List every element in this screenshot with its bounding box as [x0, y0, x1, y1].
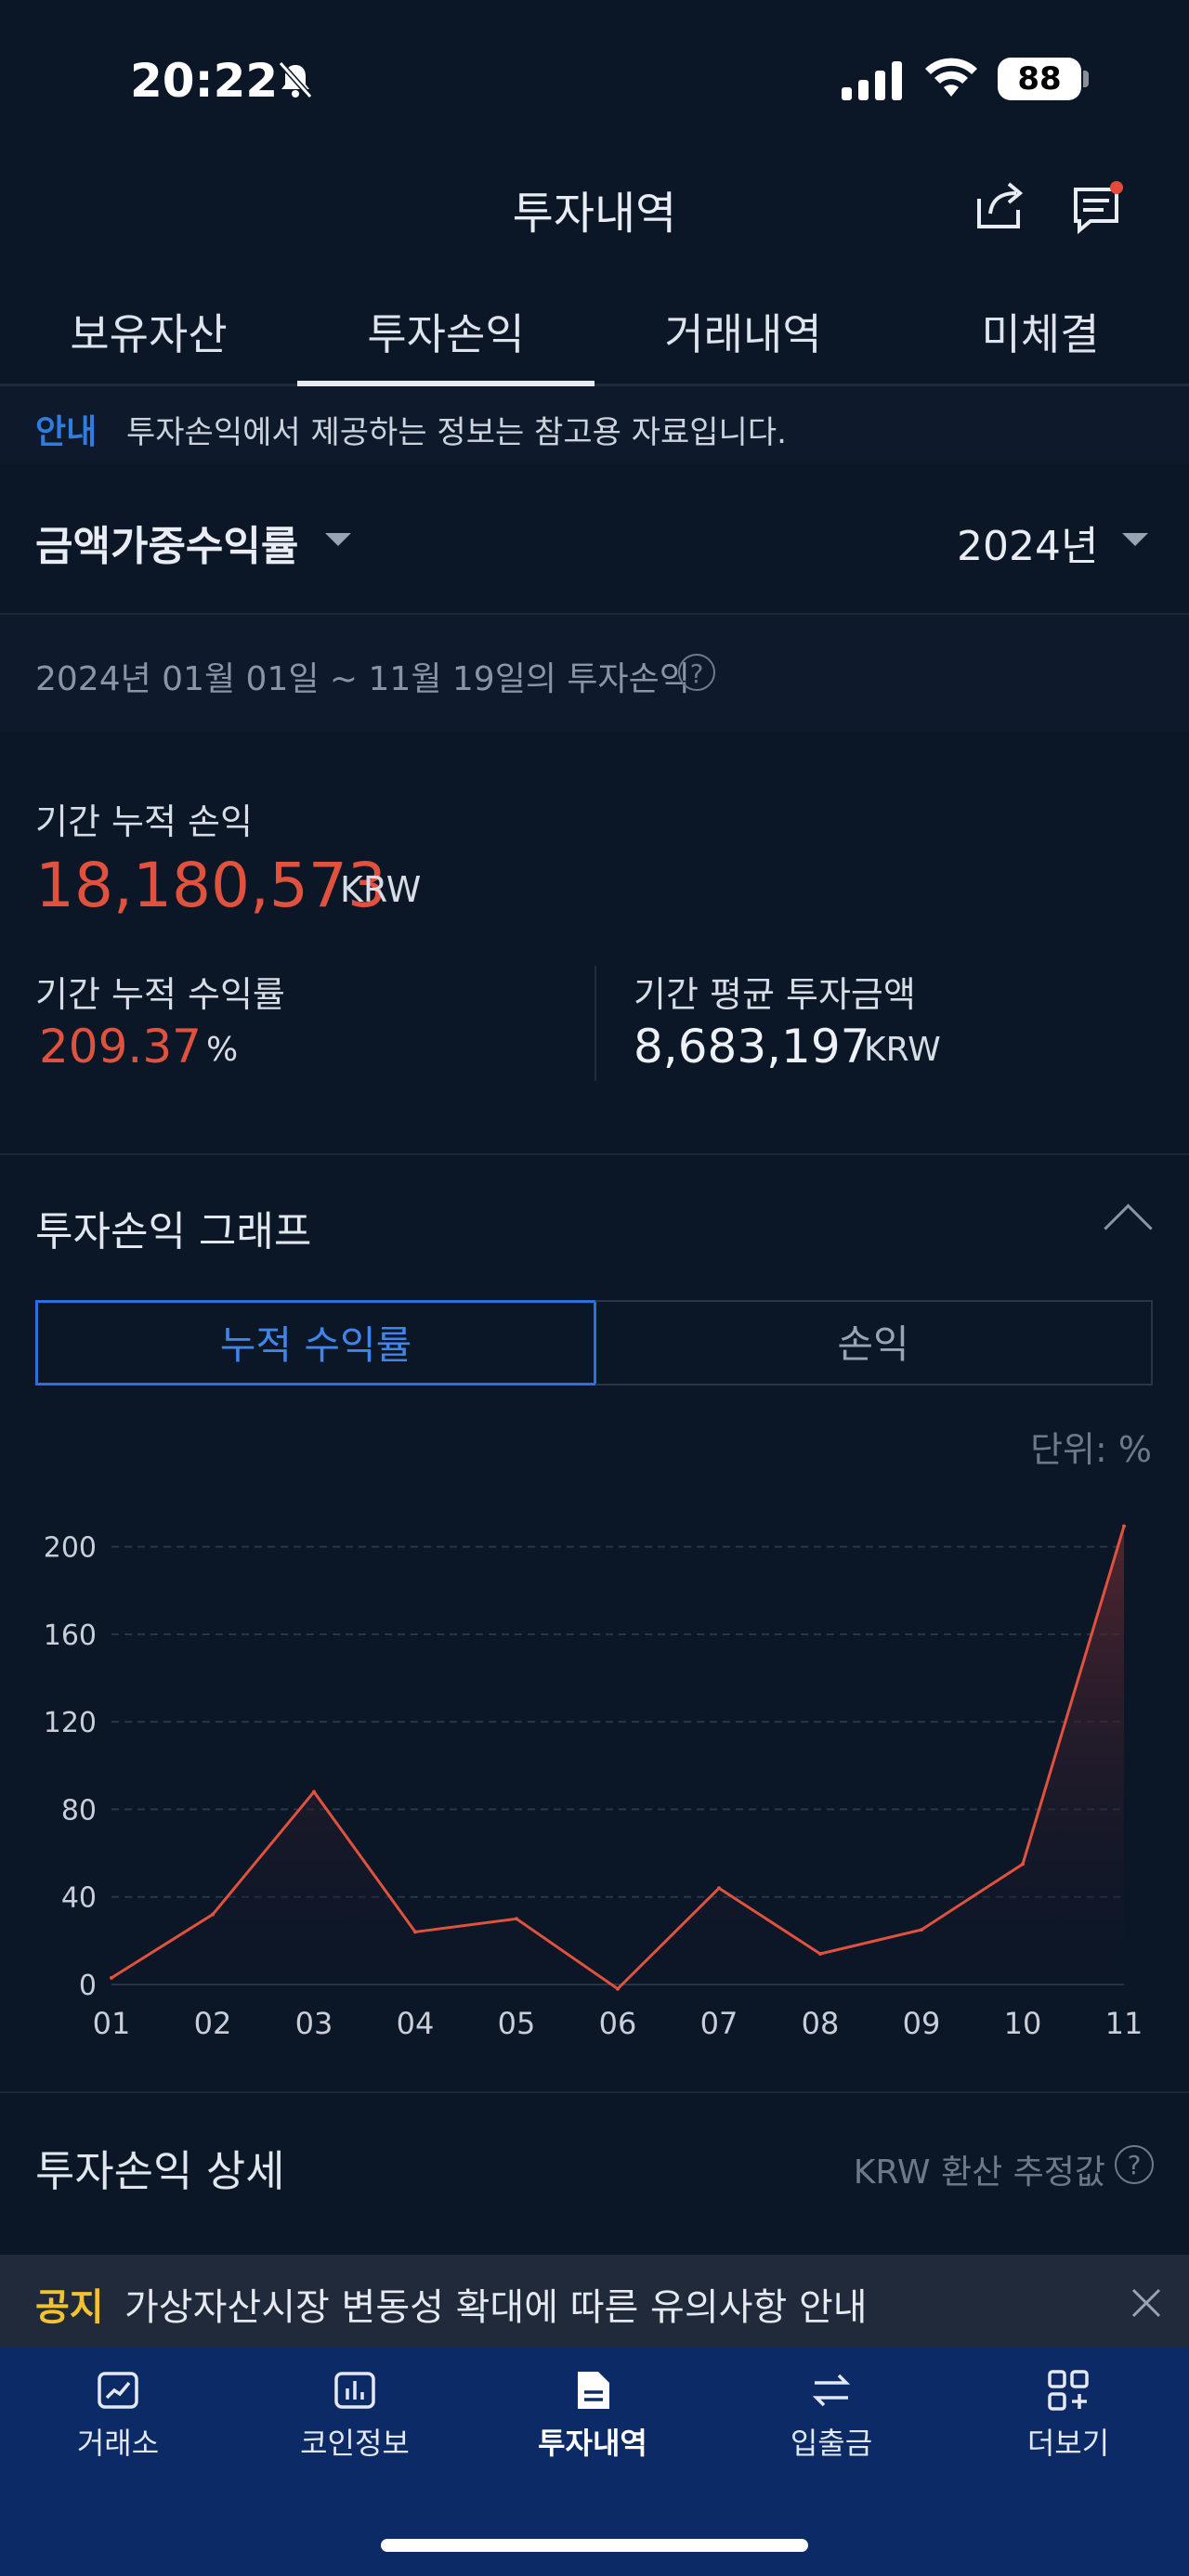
x-tick-label: 09: [903, 2006, 941, 2041]
battery-tip: [1083, 71, 1089, 87]
data-point-03: [312, 1789, 316, 1794]
y-tick-label: 80: [61, 1794, 97, 1827]
average-invest-label: 기간 평균 투자금액: [634, 974, 916, 1015]
year-dropdown-label: 2024년: [957, 523, 1099, 570]
nav-label: 거래소: [76, 2426, 160, 2461]
grid-plus-icon: [1048, 2370, 1089, 2411]
nav-deposit-withdraw[interactable]: 입출금: [738, 2368, 924, 2463]
tab-profit-loss[interactable]: 투자손익: [297, 301, 594, 362]
data-point-02: [211, 1912, 215, 1917]
bell-muted-icon: [278, 61, 313, 98]
nav-exchange[interactable]: 거래소: [25, 2368, 211, 2463]
share-icon[interactable]: [972, 178, 1027, 234]
signal-icon: [842, 59, 907, 100]
x-tick-label: 08: [802, 2006, 840, 2041]
x-tick-label: 10: [1004, 2006, 1042, 2041]
nav-coin-info[interactable]: 코인정보: [262, 2368, 448, 2463]
cumulative-pl-unit: KRW: [340, 869, 422, 910]
y-tick-label: 200: [44, 1532, 97, 1565]
summary-divider: [594, 966, 596, 1081]
average-invest-unit: KRW: [864, 1031, 941, 1069]
data-point-01: [110, 1975, 113, 1980]
chevron-down-icon[interactable]: [1122, 533, 1148, 546]
x-tick-label: 03: [295, 2006, 333, 2041]
notice-label: 안내: [35, 413, 98, 451]
notice-text: 투자손익에서 제공하는 정보는 참고용 자료입니다.: [126, 414, 787, 451]
help-icon[interactable]: ?: [678, 654, 715, 691]
toggle-cumulative-rate[interactable]: 누적 수익률: [35, 1300, 596, 1386]
chevron-down-icon[interactable]: [325, 533, 351, 546]
data-point-04: [413, 1930, 417, 1934]
detail-note: KRW 환산 추정값: [853, 2153, 1105, 2192]
chevron-up-icon[interactable]: [1104, 1203, 1153, 1253]
transfer-icon: [812, 2374, 851, 2407]
detail-section-title: 투자손익 상세: [35, 2146, 285, 2196]
bar-chart-icon: [334, 2372, 375, 2409]
data-point-07: [717, 1886, 721, 1891]
cumulative-rate-label: 기간 누적 수익률: [35, 974, 285, 1015]
y-tick-label: 120: [44, 1707, 97, 1739]
help-icon[interactable]: ?: [1115, 2145, 1154, 2184]
x-tick-label: 11: [1105, 2006, 1143, 2041]
nav-more[interactable]: 더보기: [975, 2368, 1161, 2463]
y-tick-label: 40: [61, 1882, 97, 1915]
close-icon[interactable]: [1128, 2284, 1165, 2322]
wifi-icon: [925, 58, 977, 97]
year-dropdown[interactable]: 2024년: [957, 513, 1098, 572]
data-point-10: [1021, 1862, 1025, 1867]
tab-transactions[interactable]: 거래내역: [594, 301, 892, 362]
home-indicator[interactable]: [381, 2539, 808, 2552]
battery-level: 88: [998, 58, 1081, 100]
chart-up-icon: [98, 2372, 138, 2409]
x-tick-label: 07: [700, 2006, 738, 2041]
x-tick-label: 04: [397, 2006, 435, 2041]
x-tick-label: 02: [194, 2006, 232, 2041]
announcement-text[interactable]: 가상자산시장 변동성 확대에 따른 유의사항 안내: [124, 2277, 868, 2331]
x-tick-label: 05: [498, 2006, 536, 2041]
nav-label: 코인정보: [300, 2426, 410, 2461]
nav-label: 입출금: [790, 2426, 873, 2461]
document-icon: [578, 2372, 609, 2409]
period-text: 2024년 01월 01일 ~ 11월 19일의 투자손익: [35, 660, 690, 698]
message-icon[interactable]: [1070, 180, 1126, 236]
data-point-08: [818, 1952, 822, 1956]
cumulative-pl-value: 18,180,573: [35, 850, 386, 921]
toggle-profit-loss[interactable]: 손익: [595, 1300, 1153, 1386]
tab-pending-orders[interactable]: 미체결: [892, 301, 1189, 362]
metric-dropdown[interactable]: 금액가중수익률: [35, 513, 298, 572]
chart-unit-label: 단위: %: [1030, 1429, 1152, 1470]
tab-holdings[interactable]: 보유자산: [0, 301, 297, 362]
x-tick-label: 01: [93, 2006, 131, 2041]
cumulative-rate-unit: %: [206, 1031, 239, 1069]
graph-section-title: 투자손익 그래프: [35, 1208, 312, 1255]
cumulative-pl-label: 기간 누적 손익: [35, 801, 253, 842]
nav-label: 투자내역: [538, 2426, 647, 2461]
metric-dropdown-label: 금액가중수익률: [35, 523, 299, 570]
data-point-09: [920, 1928, 923, 1932]
nav-label: 더보기: [1026, 2426, 1110, 2461]
average-invest-value: 8,683,197: [634, 1020, 870, 1073]
y-tick-label: 0: [79, 1970, 97, 2002]
x-tick-label: 06: [599, 2006, 637, 2041]
divider: [0, 1153, 1189, 1155]
nav-investment-history[interactable]: 투자내역: [500, 2368, 686, 2463]
divider: [0, 613, 1189, 615]
announcement-label: 공지: [35, 2286, 104, 2329]
series-area: [111, 1526, 1124, 1989]
data-point-06: [616, 1986, 620, 1991]
status-time: 20:22: [130, 54, 279, 108]
profit-chart: 0 40 80 120 160 200 01 02 03 04 05 06 07 08 09 10 11: [44, 1524, 1143, 2041]
cumulative-rate-value: 209.37: [39, 1020, 202, 1073]
data-point-11: [1122, 1524, 1126, 1529]
data-point-05: [515, 1917, 518, 1921]
y-tick-label: 160: [44, 1620, 97, 1652]
divider: [0, 2091, 1189, 2093]
